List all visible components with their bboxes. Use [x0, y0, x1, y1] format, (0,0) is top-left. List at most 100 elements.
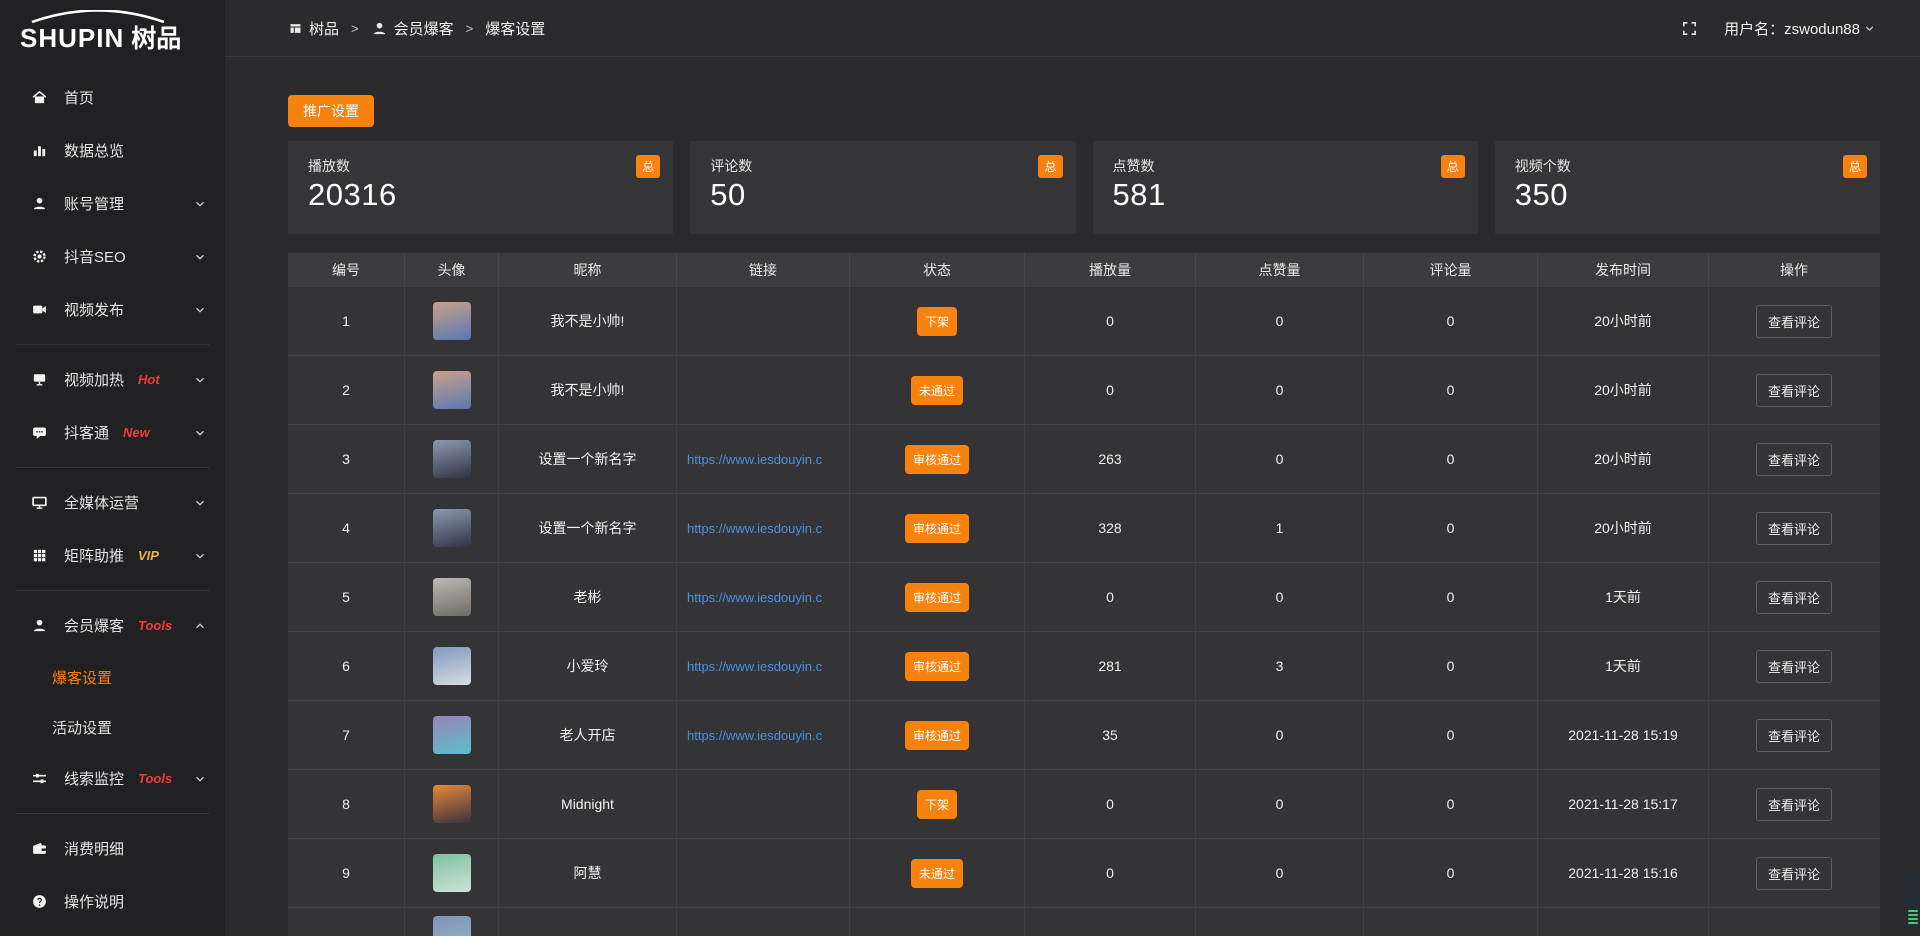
like-count: 0 [1196, 425, 1364, 493]
sidebar-item-label: 矩阵助推 [64, 545, 124, 566]
row-number: 8 [288, 770, 405, 838]
avatar [433, 647, 471, 685]
breadcrumb-item-1[interactable]: 会员爆客 [371, 18, 454, 39]
avatar [433, 578, 471, 616]
sidebar-subitem-9-1[interactable]: 活动设置 [0, 702, 225, 752]
view-comments-button[interactable]: 查看评论 [1756, 305, 1832, 338]
stat-card-value: 581 [1113, 177, 1458, 213]
video-link[interactable]: https://www.iesdouyin.c [687, 728, 822, 743]
link-cell: https://www.iesdouyin.c [677, 701, 850, 769]
sidebar: SHUPIN 树品 首页数据总览账号管理抖音SEO 视频发布视频加热Hot抖客通N… [0, 0, 225, 936]
video-link[interactable]: https://www.iesdouyin.c [687, 452, 822, 467]
nickname [499, 908, 677, 936]
status-cell [850, 908, 1025, 936]
sidebar-item-tag: Tools [138, 771, 172, 786]
sidebar-item-2[interactable]: 账号管理 [0, 177, 225, 230]
chevron-down-icon [193, 197, 207, 211]
avatar [433, 916, 471, 936]
table-body: 1我不是小帅!下架00020小时前查看评论2我不是小帅!未通过00020小时前查… [288, 286, 1880, 936]
status-cell: 审核通过 [850, 563, 1025, 631]
question-icon [30, 892, 49, 911]
video-link[interactable]: https://www.iesdouyin.c [687, 659, 822, 674]
sidebar-item-11[interactable]: 消费明细 [0, 822, 225, 875]
breadcrumb-separator: > [466, 21, 474, 36]
like-count [1196, 908, 1364, 936]
floating-widget-bars [1908, 908, 1918, 924]
view-comments-button[interactable]: 查看评论 [1756, 374, 1832, 407]
link-cell [677, 287, 850, 355]
status-badge: 下架 [917, 790, 957, 819]
sidebar-item-10[interactable]: 线索监控Tools [0, 752, 225, 805]
avatar [433, 716, 471, 754]
status-cell: 未通过 [850, 356, 1025, 424]
sidebar-item-0[interactable]: 首页 [0, 71, 225, 124]
stat-card-label: 视频个数 [1515, 156, 1860, 176]
avatar [433, 371, 471, 409]
promo-settings-button[interactable]: 推广设置 [288, 95, 374, 127]
view-comments-button[interactable]: 查看评论 [1756, 650, 1832, 683]
action-cell: 查看评论 [1709, 701, 1879, 769]
sidebar-divider [16, 590, 209, 591]
view-comments-button[interactable]: 查看评论 [1756, 719, 1832, 752]
avatar-cell [405, 425, 499, 493]
table-row: 7老人开店https://www.iesdouyin.c审核通过35002021… [288, 700, 1880, 769]
sidebar-item-6[interactable]: 抖客通New [0, 406, 225, 459]
nickname: 阿慧 [499, 839, 677, 907]
table-row: 4设置一个新名字https://www.iesdouyin.c审核通过32810… [288, 493, 1880, 562]
action-cell: 查看评论 [1709, 356, 1879, 424]
nickname: 老彬 [499, 563, 677, 631]
main-area: 树品>会员爆客>爆客设置 用户名：zswodun88 推广设置 播放数20316… [225, 0, 1920, 936]
breadcrumb-item-2[interactable]: 爆客设置 [485, 18, 545, 39]
stat-card-label: 评论数 [710, 156, 1055, 176]
view-comments-button[interactable]: 查看评论 [1756, 512, 1832, 545]
status-cell: 审核通过 [850, 632, 1025, 700]
view-comments-button[interactable]: 查看评论 [1756, 581, 1832, 614]
sidebar-item-5[interactable]: 视频加热Hot [0, 353, 225, 406]
column-header-2: 昵称 [499, 253, 677, 286]
sidebar-item-4[interactable]: 视频发布 [0, 283, 225, 336]
status-cell: 审核通过 [850, 701, 1025, 769]
sidebar-item-7[interactable]: 全媒体运营 [0, 476, 225, 529]
view-comments-button[interactable]: 查看评论 [1756, 857, 1832, 890]
status-badge: 未通过 [911, 376, 963, 405]
comment-count: 0 [1364, 356, 1538, 424]
sidebar-item-label: 视频发布 [64, 299, 124, 320]
chevron-down-icon [193, 496, 207, 510]
sidebar-item-3[interactable]: 抖音SEO [0, 230, 225, 283]
sidebar-subitem-9-0[interactable]: 爆客设置 [0, 652, 225, 702]
sidebar-item-8[interactable]: 矩阵助推 VIP [0, 529, 225, 582]
sidebar-item-9[interactable]: 会员爆客Tools [0, 599, 225, 652]
video-link[interactable]: https://www.iesdouyin.c [687, 590, 822, 605]
username[interactable]: 用户名：zswodun88 [1724, 18, 1860, 39]
row-number: 5 [288, 563, 405, 631]
fullscreen-icon[interactable] [1681, 20, 1698, 37]
table-row: 3设置一个新名字https://www.iesdouyin.c审核通过26300… [288, 424, 1880, 493]
breadcrumb-item-0[interactable]: 树品 [288, 18, 339, 39]
video-link[interactable]: https://www.iesdouyin.c [687, 521, 822, 536]
status-cell: 下架 [850, 770, 1025, 838]
row-number: 3 [288, 425, 405, 493]
view-comments-button[interactable]: 查看评论 [1756, 443, 1832, 476]
chat-icon [30, 423, 49, 442]
sidebar-item-12[interactable]: 操作说明 [0, 875, 225, 928]
view-comments-button[interactable]: 查看评论 [1756, 788, 1832, 821]
publish-time: 2021-11-28 15:16 [1538, 839, 1709, 907]
sidebar-item-1[interactable]: 数据总览 [0, 124, 225, 177]
avatar [433, 440, 471, 478]
table-row: 2我不是小帅!未通过00020小时前查看评论 [288, 355, 1880, 424]
nickname: 我不是小帅! [499, 287, 677, 355]
publish-time: 20小时前 [1538, 494, 1709, 562]
logo: SHUPIN 树品 [0, 0, 225, 57]
row-number: 7 [288, 701, 405, 769]
floating-widget[interactable] [1905, 871, 1920, 929]
video-icon [30, 300, 49, 319]
user-icon [30, 616, 49, 635]
sidebar-item-tag: VIP [138, 548, 159, 563]
action-cell: 查看评论 [1709, 494, 1879, 562]
like-count: 0 [1196, 563, 1364, 631]
link-cell [677, 356, 850, 424]
avatar-cell [405, 839, 499, 907]
grid-icon [30, 546, 49, 565]
sidebar-item-tag: Tools [138, 618, 172, 633]
table-row: 5老彬https://www.iesdouyin.c审核通过0001天前查看评论 [288, 562, 1880, 631]
